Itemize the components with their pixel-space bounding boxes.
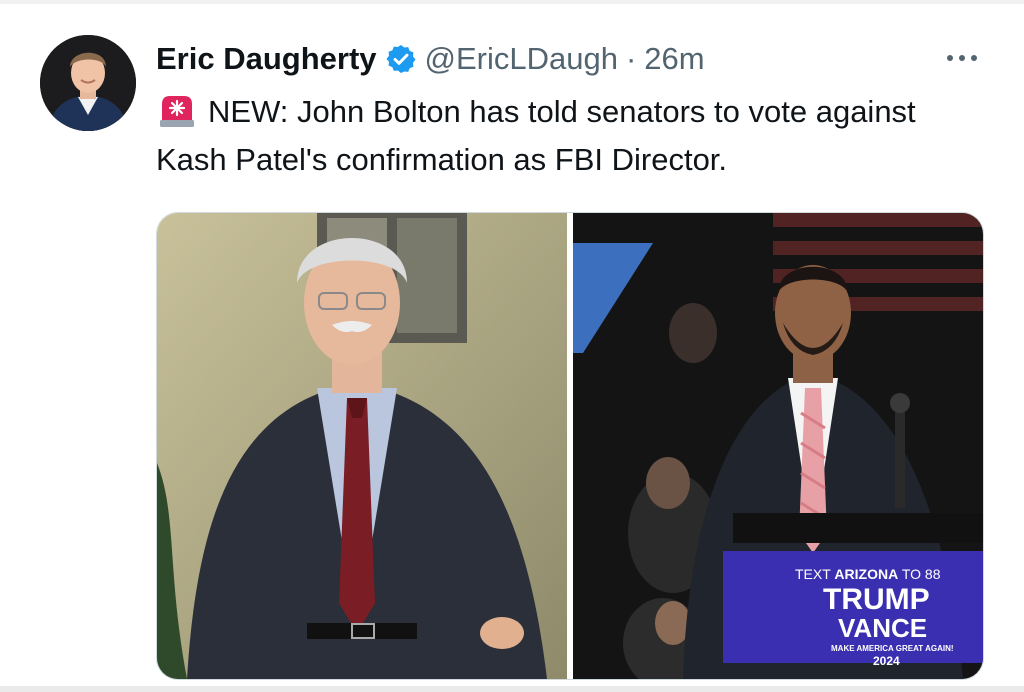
sign-line1: TEXT ARIZONA TO 88	[795, 566, 941, 582]
sign-line2: TRUMP	[823, 583, 930, 616]
sign-line4: MAKE AMERICA GREAT AGAIN!	[831, 644, 954, 653]
top-divider	[0, 0, 1024, 4]
separator-dot: ·	[625, 41, 637, 76]
verified-badge-icon	[385, 45, 416, 73]
author-name[interactable]: Eric Daugherty	[156, 41, 377, 77]
photo-patel: TEXT ARIZONA TO 88 TRUMP VANCE MAKE AMER…	[573, 213, 983, 679]
tweet-header: Eric Daugherty @EricLDaugh · 26m	[156, 36, 705, 82]
bottom-divider	[0, 686, 1024, 692]
rotating-light-icon	[160, 96, 194, 127]
more-options-icon[interactable]	[944, 46, 980, 70]
sign-line3: VANCE	[838, 613, 927, 643]
photo-left[interactable]	[157, 213, 567, 679]
tweet-media[interactable]: TEXT ARIZONA TO 88 TRUMP VANCE MAKE AMER…	[156, 212, 984, 680]
tweet-text: NEW: John Bolton has told senators to vo…	[156, 88, 976, 184]
tweet-body: NEW: John Bolton has told senators to vo…	[156, 94, 916, 177]
avatar[interactable]	[40, 35, 136, 131]
photo-right[interactable]: TEXT ARIZONA TO 88 TRUMP VANCE MAKE AMER…	[573, 213, 983, 679]
photo-bolton	[157, 213, 567, 679]
sign-line5: 2024	[873, 654, 900, 668]
avatar-image	[40, 35, 136, 131]
tweet-timestamp[interactable]: 26m	[644, 41, 704, 77]
author-handle[interactable]: @EricLDaugh	[425, 41, 618, 77]
